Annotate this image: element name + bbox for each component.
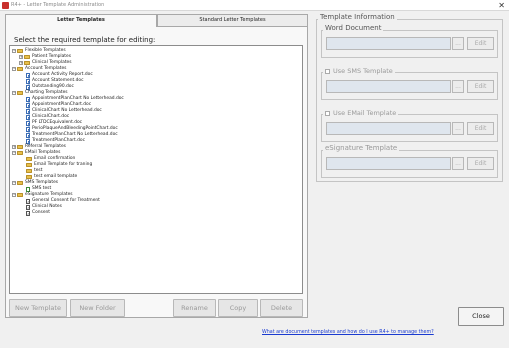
rename-button[interactable]: Rename: [173, 299, 216, 317]
folder-icon: [17, 67, 23, 71]
folder-icon: [24, 55, 30, 59]
word-document-icon: [26, 96, 30, 102]
folder-icon: [17, 181, 23, 185]
email-template-icon: [26, 157, 32, 161]
tree-label: Email Template for traning: [34, 162, 93, 167]
word-document-icon: [26, 132, 30, 138]
tree-label: Consent: [32, 210, 51, 215]
use-email-template-toggle[interactable]: Use EMail Template: [323, 109, 399, 117]
sms-template-browse-button[interactable]: ...: [452, 80, 464, 93]
collapse-icon[interactable]: −: [12, 193, 16, 197]
copy-button[interactable]: Copy: [218, 299, 258, 317]
collapse-icon[interactable]: −: [12, 181, 16, 185]
help-link[interactable]: What are document templates and how do I…: [262, 330, 434, 335]
folder-icon: [24, 61, 30, 65]
signature-icon: ✓: [26, 204, 31, 210]
sms-template-edit-button[interactable]: Edit: [467, 80, 494, 93]
word-document-icon: [26, 114, 30, 120]
folder-icon: [17, 151, 23, 155]
expand-icon[interactable]: +: [19, 55, 23, 59]
tab-standard-letter-templates[interactable]: Standard Letter Templates: [157, 14, 308, 26]
collapse-icon[interactable]: −: [12, 151, 16, 155]
word-document-icon: [26, 126, 30, 132]
use-sms-label: Use SMS Template: [333, 67, 393, 75]
esignature-template-label: eSignature Template: [323, 144, 400, 152]
template-information-title: Template Information: [318, 13, 397, 21]
word-document-icon: [26, 72, 30, 78]
use-email-checkbox[interactable]: [325, 110, 330, 116]
new-folder-button[interactable]: New Folder: [70, 299, 125, 317]
word-document-icon: [26, 102, 30, 108]
email-template-icon: [26, 175, 32, 179]
signature-icon: ✓: [26, 210, 31, 216]
window-close-icon[interactable]: ✕: [498, 0, 505, 11]
collapse-icon[interactable]: −: [12, 91, 16, 95]
email-template-field[interactable]: [326, 122, 451, 135]
use-sms-template-toggle[interactable]: Use SMS Template: [323, 67, 395, 75]
close-button[interactable]: Close: [458, 307, 504, 326]
word-document-field[interactable]: [326, 37, 451, 50]
folder-icon: [17, 193, 23, 197]
new-template-button[interactable]: New Template: [9, 299, 67, 317]
collapse-icon[interactable]: −: [12, 67, 16, 71]
esignature-template-browse-button[interactable]: ...: [452, 157, 464, 170]
collapse-icon[interactable]: −: [12, 49, 16, 53]
word-document-icon: [26, 84, 30, 90]
email-template-browse-button[interactable]: ...: [452, 122, 464, 135]
esignature-template-field[interactable]: [326, 157, 451, 170]
folder-icon: [17, 49, 23, 53]
word-document-icon: [26, 138, 30, 144]
esignature-template-edit-button[interactable]: Edit: [467, 157, 494, 170]
word-document-icon: [26, 120, 30, 126]
signature-icon: ✓: [26, 198, 31, 204]
app-icon: [2, 2, 9, 9]
expand-icon[interactable]: +: [12, 145, 16, 149]
folder-icon: [17, 91, 23, 95]
tab-letter-templates[interactable]: Letter Templates: [5, 14, 157, 27]
sms-template-icon: [26, 186, 30, 192]
email-template-icon: [26, 163, 32, 167]
folder-icon: [17, 145, 23, 149]
tree-prompt: Select the required template for editing…: [14, 36, 156, 44]
word-document-label: Word Document: [323, 24, 384, 32]
word-document-browse-button[interactable]: ...: [452, 37, 464, 50]
use-sms-checkbox[interactable]: [325, 68, 330, 74]
word-document-icon: [26, 108, 30, 114]
email-template-edit-button[interactable]: Edit: [467, 122, 494, 135]
window-title: R4+ - Letter Template Administration: [11, 2, 105, 8]
template-tree[interactable]: − Flexible Templates + Patient Templates +…: [9, 45, 303, 294]
sms-template-field[interactable]: [326, 80, 451, 93]
email-template-icon: [26, 169, 32, 173]
use-email-label: Use EMail Template: [333, 109, 397, 117]
expand-icon[interactable]: +: [19, 61, 23, 65]
delete-button[interactable]: Delete: [260, 299, 303, 317]
title-bar: R4+ - Letter Template Administration ✕: [0, 0, 509, 11]
tree-item[interactable]: ✓ Consent: [26, 210, 50, 216]
word-document-icon: [26, 78, 30, 84]
word-document-edit-button[interactable]: Edit: [467, 37, 494, 50]
